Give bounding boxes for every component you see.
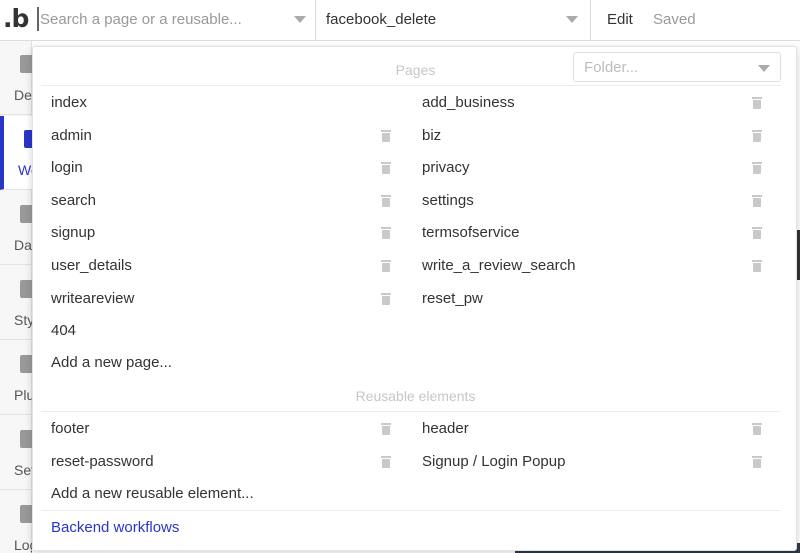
trash-icon[interactable] [381, 162, 391, 175]
sidebar-item-data[interactable]: Data [0, 191, 32, 265]
edit-menu[interactable]: Edit [607, 11, 633, 28]
sidebar-item-label: Plugins [14, 387, 32, 403]
trash-icon[interactable] [381, 292, 391, 305]
list-item[interactable]: reset_pw [422, 290, 483, 307]
sidebar-item-plugins[interactable]: Plugins [0, 341, 32, 415]
list-item[interactable]: termsofservice [422, 224, 520, 241]
list-item[interactable]: index [51, 94, 87, 111]
list-item[interactable]: write_a_review_search [422, 257, 575, 274]
list-item[interactable]: privacy [422, 159, 470, 176]
backend-workflows-link[interactable]: Backend workflows [51, 519, 179, 536]
trash-icon[interactable] [752, 260, 762, 272]
list-item[interactable]: login [51, 159, 83, 176]
trash-icon[interactable] [752, 423, 762, 435]
sidebar-item-label: Styles [14, 312, 32, 328]
sidebar-item-logs[interactable]: Logs [0, 491, 32, 553]
trash-icon[interactable] [752, 227, 762, 240]
list-item[interactable]: signup [51, 224, 95, 241]
trash-icon[interactable] [381, 227, 391, 240]
data-icon [20, 205, 32, 223]
sidebar-item-workflow[interactable]: Workflow [0, 116, 32, 190]
bubble-logo[interactable]: .b [3, 4, 29, 33]
list-item[interactable]: add_business [422, 94, 515, 111]
add-new-reusable-link[interactable]: Add a new reusable element... [51, 485, 254, 502]
trash-icon[interactable] [381, 194, 391, 207]
trash-icon[interactable] [381, 129, 391, 142]
sidebar-item-label: Data [14, 237, 32, 253]
left-sidebar: Design Workflow Data Styles Plugins Sett… [0, 41, 32, 553]
top-bar: .b facebook_delete Edit Saved [0, 0, 800, 41]
divider [41, 411, 781, 412]
list-item[interactable]: biz [422, 127, 441, 144]
sidebar-item-label: Logs [14, 537, 32, 553]
trash-icon[interactable] [752, 162, 762, 175]
sidebar-item-label: Design [14, 87, 32, 103]
pages-section-title: Pages [395, 62, 436, 78]
workflow-icon [24, 130, 32, 148]
divider [41, 510, 781, 511]
sidebar-item-design[interactable]: Design [0, 41, 32, 115]
divider [41, 85, 781, 86]
sidebar-item-styles[interactable]: Styles [0, 266, 32, 340]
list-item[interactable]: header [422, 420, 469, 437]
trash-icon[interactable] [752, 194, 762, 207]
chevron-down-icon[interactable] [294, 16, 306, 23]
page-search-input[interactable] [37, 7, 287, 31]
trash-icon[interactable] [381, 423, 391, 435]
sidebar-item-label: Settings [14, 462, 32, 478]
settings-icon [20, 430, 32, 448]
trash-icon[interactable] [752, 97, 762, 109]
design-icon [20, 55, 32, 73]
current-page-value: facebook_delete [326, 11, 437, 28]
list-item[interactable]: search [51, 192, 96, 209]
styles-icon [20, 280, 32, 298]
sidebar-item-settings[interactable]: Settings [0, 416, 32, 490]
trash-icon[interactable] [752, 456, 762, 468]
trash-icon[interactable] [381, 260, 391, 272]
list-item[interactable]: writeareview [51, 290, 134, 307]
page-picker-dropdown: Pages index admin login search signup user_de… [32, 46, 797, 551]
list-item[interactable]: settings [422, 192, 474, 209]
list-item[interactable]: reset-password [51, 453, 154, 470]
reusable-section-title: Reusable elements [355, 388, 476, 404]
list-item[interactable]: admin [51, 127, 92, 144]
trash-icon[interactable] [752, 129, 762, 142]
list-item[interactable]: footer [51, 420, 89, 437]
save-status: Saved [653, 11, 696, 28]
chevron-down-icon[interactable] [566, 16, 578, 23]
list-item[interactable]: 404 [51, 322, 76, 339]
current-page-select[interactable]: facebook_delete [316, 0, 591, 41]
list-item[interactable]: Signup / Login Popup [422, 453, 565, 470]
trash-icon[interactable] [381, 456, 391, 468]
logs-icon [20, 505, 32, 523]
page-search-box[interactable] [31, 0, 316, 41]
add-new-page-link[interactable]: Add a new page... [51, 354, 172, 371]
plugins-icon [20, 355, 32, 373]
list-item[interactable]: user_details [51, 257, 132, 274]
sidebar-item-label: Workflow [18, 162, 32, 178]
